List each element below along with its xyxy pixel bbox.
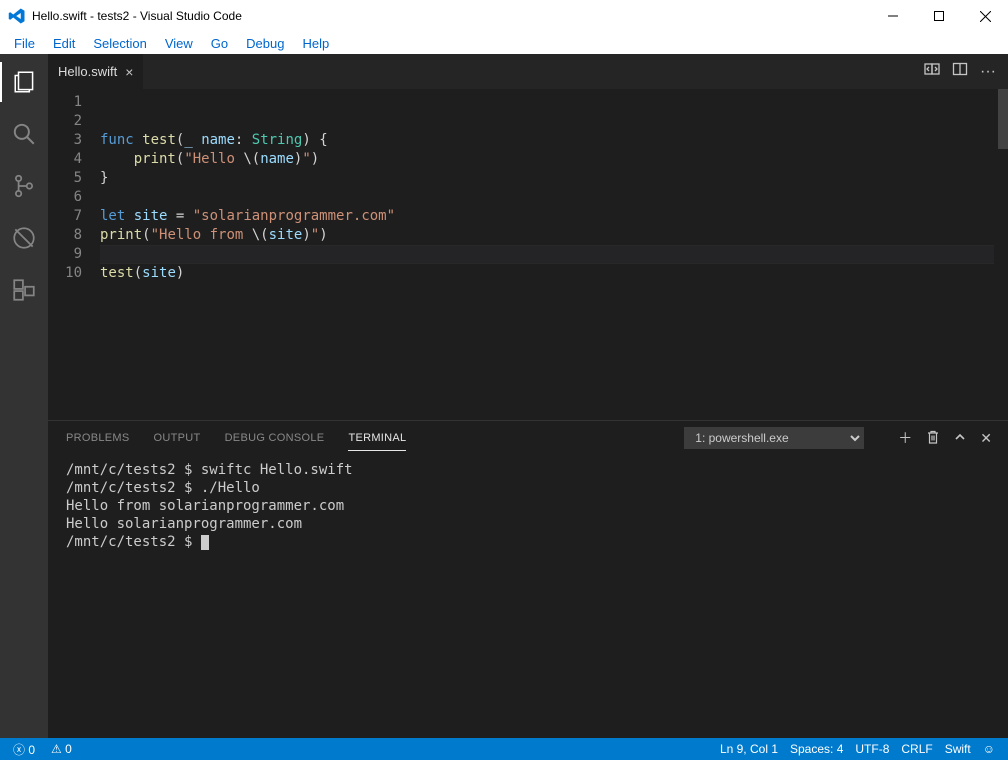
explorer-icon[interactable] (0, 62, 48, 102)
menu-help[interactable]: Help (294, 34, 337, 53)
tab-bar: Hello.swift × ··· (48, 54, 1008, 89)
terminal-cursor (201, 535, 209, 550)
maximize-panel-icon[interactable] (954, 430, 966, 446)
tab-hello-swift[interactable]: Hello.swift × (48, 54, 143, 89)
vscode-logo-icon (8, 7, 26, 25)
panel-tab-problems[interactable]: PROBLEMS (66, 432, 130, 444)
line-number: 2 (48, 112, 82, 131)
status-errors[interactable]: ⓧ 0 (8, 741, 40, 758)
window-title: Hello.swift - tests2 - Visual Studio Cod… (32, 9, 242, 23)
source-control-icon[interactable] (0, 166, 48, 206)
terminal-select[interactable]: 1: powershell.exe (684, 427, 864, 449)
status-language[interactable]: Swift (940, 742, 976, 756)
status-eol[interactable]: CRLF (896, 742, 937, 756)
close-panel-icon[interactable]: ✕ (980, 430, 992, 447)
panel-tab-debug-console[interactable]: DEBUG CONSOLE (225, 432, 325, 444)
split-editor-icon[interactable] (952, 61, 968, 82)
terminal-body[interactable]: /mnt/c/tests2 $ swiftc Hello.swift /mnt/… (48, 455, 1008, 738)
code-content[interactable]: func test(_ name: String) { print("Hello… (100, 93, 1008, 420)
compare-changes-icon[interactable] (924, 61, 940, 82)
line-number: 10 (48, 264, 82, 283)
status-encoding[interactable]: UTF-8 (850, 742, 894, 756)
title-bar: Hello.swift - tests2 - Visual Studio Cod… (0, 0, 1008, 32)
search-icon[interactable] (0, 114, 48, 154)
minimize-button[interactable] (870, 0, 916, 32)
status-warnings[interactable]: ⚠ 0 (46, 742, 77, 756)
panel-actions: ＋ ✕ (888, 428, 1008, 448)
activity-bar (0, 54, 48, 738)
terminal-line: /mnt/c/tests2 $ swiftc Hello.swift (66, 462, 353, 478)
terminal-line: Hello from solarianprogrammer.com (66, 498, 344, 514)
scrollbar-thumb[interactable] (998, 89, 1008, 149)
menu-debug[interactable]: Debug (238, 34, 292, 53)
menu-edit[interactable]: Edit (45, 34, 83, 53)
code-editor[interactable]: 1 2 3 4 5 6 7 8 9 10 func test(_ name: S… (48, 89, 1008, 420)
tab-actions: ··· (924, 54, 1008, 89)
menu-selection[interactable]: Selection (85, 34, 154, 53)
line-number: 4 (48, 150, 82, 169)
menu-file[interactable]: File (6, 34, 43, 53)
panel-tab-output[interactable]: OUTPUT (154, 432, 201, 444)
line-number: 1 (48, 93, 82, 112)
line-gutter: 1 2 3 4 5 6 7 8 9 10 (48, 93, 100, 420)
tab-label: Hello.swift (58, 64, 117, 79)
status-bar: ⓧ 0 ⚠ 0 Ln 9, Col 1 Spaces: 4 UTF-8 CRLF… (0, 738, 1008, 760)
status-feedback-icon[interactable]: ☺ (978, 742, 1000, 756)
editor-group: Hello.swift × ··· 1 2 3 4 5 6 7 8 9 10 (48, 54, 1008, 738)
panel-tab-terminal[interactable]: TERMINAL (348, 432, 406, 451)
extensions-icon[interactable] (0, 270, 48, 310)
menu-go[interactable]: Go (203, 34, 236, 53)
maximize-button[interactable] (916, 0, 962, 32)
terminal-line: /mnt/c/tests2 $ (66, 534, 201, 550)
line-number: 9 (48, 245, 82, 264)
terminal-line: /mnt/c/tests2 $ ./Hello (66, 480, 260, 496)
line-number: 5 (48, 169, 82, 188)
status-line-col[interactable]: Ln 9, Col 1 (715, 742, 783, 756)
bottom-panel: PROBLEMS OUTPUT DEBUG CONSOLE TERMINAL 1… (48, 420, 1008, 738)
menu-bar: File Edit Selection View Go Debug Help (0, 32, 1008, 54)
line-number: 7 (48, 207, 82, 226)
close-button[interactable] (962, 0, 1008, 32)
line-number: 8 (48, 226, 82, 245)
more-actions-icon[interactable]: ··· (980, 63, 996, 81)
menu-view[interactable]: View (157, 34, 201, 53)
kill-terminal-icon[interactable] (926, 430, 940, 447)
close-tab-icon[interactable]: × (125, 64, 133, 80)
debug-icon[interactable] (0, 218, 48, 258)
editor-scrollbar[interactable] (994, 89, 1008, 420)
terminal-line: Hello solarianprogrammer.com (66, 516, 302, 532)
line-number: 6 (48, 188, 82, 207)
line-number: 3 (48, 131, 82, 150)
new-terminal-icon[interactable]: ＋ (898, 428, 912, 448)
status-indent[interactable]: Spaces: 4 (785, 742, 848, 756)
window-controls (870, 0, 1008, 32)
main-area: Hello.swift × ··· 1 2 3 4 5 6 7 8 9 10 (0, 54, 1008, 738)
panel-tabs: PROBLEMS OUTPUT DEBUG CONSOLE TERMINAL 1… (48, 421, 1008, 455)
